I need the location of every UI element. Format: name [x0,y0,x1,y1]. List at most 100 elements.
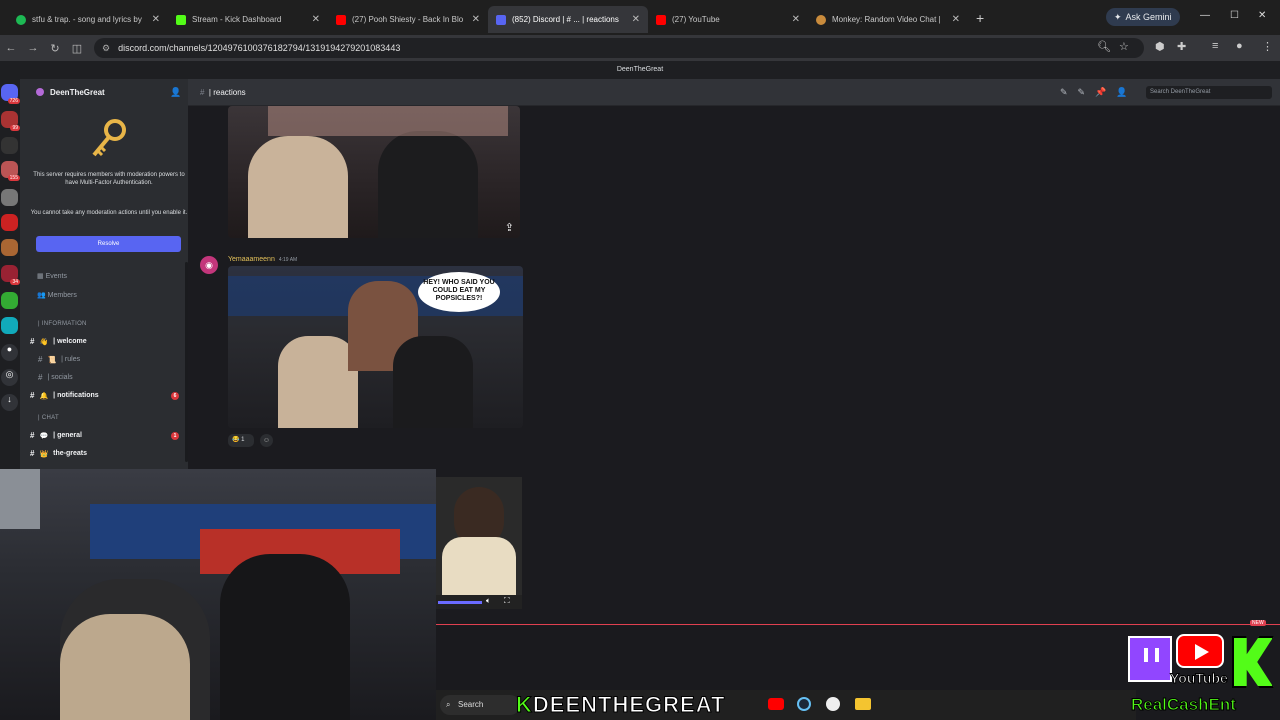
invite-icon[interactable]: 👤 [170,87,181,98]
media-icon[interactable]: ≡ [1212,40,1218,52]
threads-icon[interactable]: ✎ [1060,87,1078,97]
fullscreen-icon[interactable]: ⛶ [504,596,510,606]
taskbar-search[interactable]: ⌕ Search [440,695,520,715]
channel-welcome[interactable]: # 👋 | welcome [30,337,87,346]
obs-icon[interactable] [826,697,840,711]
channel-socials[interactable]: # | socials [38,373,73,382]
category-chat[interactable]: | CHAT [38,415,59,421]
close-icon[interactable]: ✕ [312,14,320,25]
close-icon[interactable]: ✕ [152,14,160,25]
new-tab-button[interactable]: + [976,10,984,26]
site-info-icon[interactable]: ⚙ [102,43,110,54]
resolve-button[interactable]: Resolve [36,236,181,252]
menu-icon[interactable]: ⋮ [1262,40,1273,53]
youtube-icon [336,14,346,25]
mute-icon[interactable]: ✎ [1078,87,1096,97]
close-icon[interactable]: ✕ [472,14,480,25]
server-icon[interactable] [1,214,18,231]
search-input[interactable]: Search DeenTheGreat [1146,86,1272,99]
server-icon[interactable]: 155 [1,161,20,181]
pin-icon[interactable]: 📌 [1095,87,1116,97]
youtube-icon[interactable] [768,698,784,710]
minimize-icon[interactable]: — [1200,10,1210,21]
badge: 155 [7,175,20,181]
badge: 99 [10,125,20,131]
window-light [0,469,40,529]
tab-monkey[interactable]: Monkey: Random Video Chat | ✕ [808,6,968,33]
badge: 726 [7,98,20,104]
tab-spotify[interactable]: stfu & trap. - song and lyrics by ✕ [8,6,168,33]
message-image[interactable]: HEY! WHO SAID YOU COULD EAT MY POPSICLES… [228,266,523,428]
channel-title-text: | reactions [208,88,246,97]
events-item[interactable]: ▦ Events [37,272,67,280]
maximize-icon[interactable]: ☐ [1230,10,1239,21]
discord-home-icon[interactable]: 726 [1,84,20,104]
server-icon[interactable]: ● [1,344,18,361]
message-author[interactable]: Yemaaameenn 4:19 AM [228,256,297,263]
extension-icon[interactable]: ⬢ [1155,40,1165,53]
tab-label: Monkey: Random Video Chat | [832,15,941,24]
folder-icon[interactable] [855,698,871,710]
spotify-icon [16,14,26,25]
ask-gemini-button[interactable]: ✦ Ask Gemini [1106,8,1180,26]
add-reaction-icon[interactable]: ☺ [260,434,273,447]
message-image[interactable]: ⇪ [228,106,520,238]
explore-icon[interactable]: ◎ [1,369,18,386]
url-bar[interactable]: ⚙ discord.com/channels/12049761003761827… [94,38,1144,58]
channel-rules[interactable]: # 📜 | rules [38,355,80,364]
tab-youtube[interactable]: (27) YouTube ✕ [648,6,808,33]
brand-name: DEENTHEGREAT [532,692,726,718]
members-list-icon[interactable]: 👤 [1116,87,1137,97]
events-label: Events [45,273,67,280]
forward-icon[interactable]: → [22,42,44,54]
tab-youtube-video[interactable]: (27) Pooh Shiesty - Back In Blo ✕ [328,6,488,33]
channel-general[interactable]: # 💬 | general 1 [30,431,179,440]
share-icon[interactable]: ⇪ [505,221,514,234]
ask-gemini-label: Ask Gemini [1125,12,1172,22]
channel-the-greats[interactable]: # 👑 the-greats [30,449,87,458]
reaction-pill[interactable]: 😂 1 [228,434,254,447]
puzzle-icon[interactable]: ✚ [1177,40,1186,53]
steam-icon[interactable] [797,697,811,711]
channel-emoji: 👑 [39,450,49,458]
back-icon[interactable]: ← [0,42,22,54]
close-icon[interactable]: ✕ [632,14,640,25]
category-information[interactable]: | INFORMATION [38,321,87,327]
avatar[interactable]: ◉ [200,256,218,274]
pip-video[interactable]: 🔈︎ ⛶ [436,477,522,609]
channel-label: | welcome [53,338,87,345]
server-icon[interactable] [1,239,18,256]
person-right [220,554,350,720]
volume-slider[interactable] [438,601,482,604]
server-name[interactable]: DeenTheGreat [50,88,105,97]
server-icon[interactable] [1,137,18,154]
download-icon[interactable]: ↓ [1,394,18,411]
server-icon[interactable] [1,317,18,334]
profile-icon[interactable]: ● [1236,40,1243,52]
mfa-warning: You cannot take any moderation actions u… [30,210,188,216]
server-icon[interactable]: 99 [1,111,20,131]
close-window-icon[interactable]: ✕ [1258,10,1266,21]
channel-label: the-greats [53,450,88,457]
close-icon[interactable]: ✕ [952,14,960,25]
tab-kick[interactable]: Stream - Kick Dashboard ✕ [168,6,328,33]
discord-logo-icon: ◉ [205,260,213,270]
server-icon[interactable] [1,189,18,206]
close-icon[interactable]: ✕ [792,14,800,25]
laugh-emoji-icon: 😂 [232,437,240,443]
volume-icon[interactable]: 🔈︎ [486,596,491,606]
server-icon[interactable] [1,292,18,309]
channel-emoji: 👋 [39,338,49,346]
members-item[interactable]: 👥 Members [37,291,77,299]
zoom-icon[interactable]: 🔍︎ [1097,40,1111,53]
bookmark-star-icon[interactable]: ☆ [1119,40,1129,53]
reload-icon[interactable]: ↻ [44,42,66,55]
sidebar-icon[interactable]: ◫ [66,42,88,55]
tab-discord[interactable]: (852) Discord | # ... | reactions ✕ [488,6,648,33]
crowd [268,106,508,136]
search-icon: ⌕ [446,700,451,709]
tab-label: (852) Discord | # ... | reactions [512,15,619,24]
channel-notifications[interactable]: # 🔔 | notifications 6 [30,391,179,400]
server-icon[interactable]: 34 [1,265,20,285]
author-name: Yemaaameenn [228,256,275,263]
